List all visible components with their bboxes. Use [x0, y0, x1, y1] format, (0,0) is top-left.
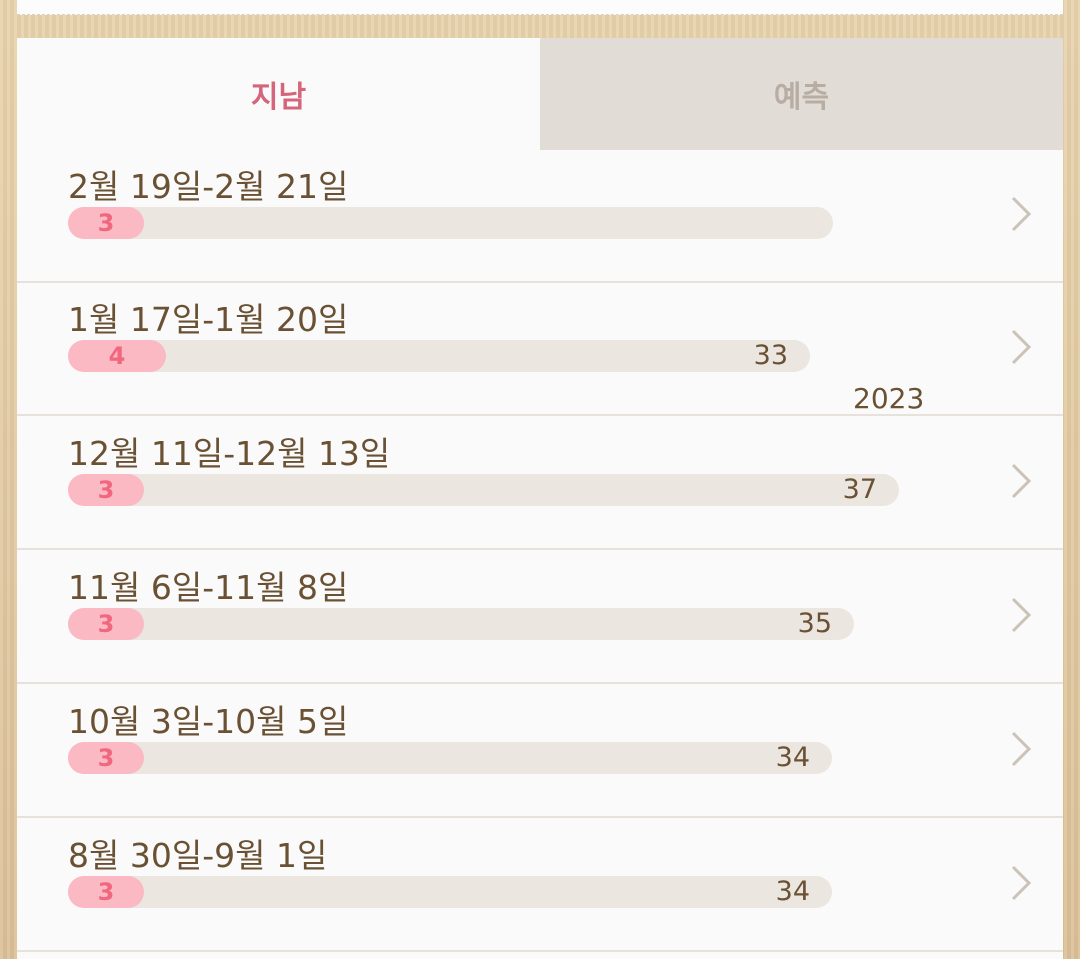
history-row[interactable]: 10월 3일-10월 5일 3 34 — [17, 685, 1063, 818]
chevron-right-icon — [1011, 196, 1032, 232]
cycle-bar: 4 33 — [68, 340, 810, 372]
tab-past[interactable]: 지남 — [17, 38, 540, 150]
period-days-pill: 3 — [68, 742, 144, 774]
chevron-right-icon — [1011, 731, 1032, 767]
cycle-length: 34 — [775, 876, 810, 907]
tab-prediction-label: 예측 — [773, 80, 830, 115]
period-days-pill: 3 — [68, 474, 144, 506]
cycle-bar: 3 35 — [68, 608, 854, 640]
history-row[interactable]: 8월 30일-9월 1일 3 34 — [17, 819, 1063, 952]
history-row[interactable]: 2월 19일-2월 21일 3 — [17, 150, 1063, 283]
cycle-length: 35 — [797, 608, 832, 639]
year-separator: 2023 — [853, 382, 925, 415]
cycle-length: 33 — [753, 340, 788, 371]
period-date-range: 10월 3일-10월 5일 — [68, 702, 349, 741]
period-date-range: 8월 30일-9월 1일 — [68, 836, 328, 875]
history-row[interactable]: 12월 11일-12월 13일 3 37 — [17, 417, 1063, 550]
chevron-right-icon — [1011, 463, 1032, 499]
period-days-pill: 3 — [68, 608, 144, 640]
cycle-length: 37 — [842, 474, 877, 505]
period-date-range: 2월 19일-2월 21일 — [68, 167, 349, 206]
period-days-pill: 3 — [68, 876, 144, 908]
tab-prediction[interactable]: 예측 — [540, 38, 1063, 150]
tab-bar: 지남 예측 — [17, 38, 1063, 150]
chevron-right-icon — [1011, 329, 1032, 365]
cycle-bar: 3 — [68, 207, 833, 239]
period-date-range: 11월 6일-11월 8일 — [68, 568, 349, 607]
cycle-length: 34 — [775, 742, 810, 773]
cycle-bar: 3 37 — [68, 474, 899, 506]
period-date-range: 12월 11일-12월 13일 — [68, 434, 391, 473]
period-date-range: 1월 17일-1월 20일 — [68, 300, 349, 339]
cycle-bar: 3 34 — [68, 876, 832, 908]
top-card-edge — [17, 0, 1063, 15]
history-row[interactable]: 11월 6일-11월 8일 3 35 — [17, 551, 1063, 684]
cycle-bar: 3 34 — [68, 742, 832, 774]
period-days-pill: 3 — [68, 207, 144, 239]
history-panel: 지남 예측 2월 19일-2월 21일 3 1월 17일-1월 20일 4 33… — [17, 38, 1063, 959]
chevron-right-icon — [1011, 597, 1032, 633]
chevron-right-icon — [1011, 865, 1032, 901]
period-days-pill: 4 — [68, 340, 166, 372]
tab-past-label: 지남 — [250, 80, 307, 115]
